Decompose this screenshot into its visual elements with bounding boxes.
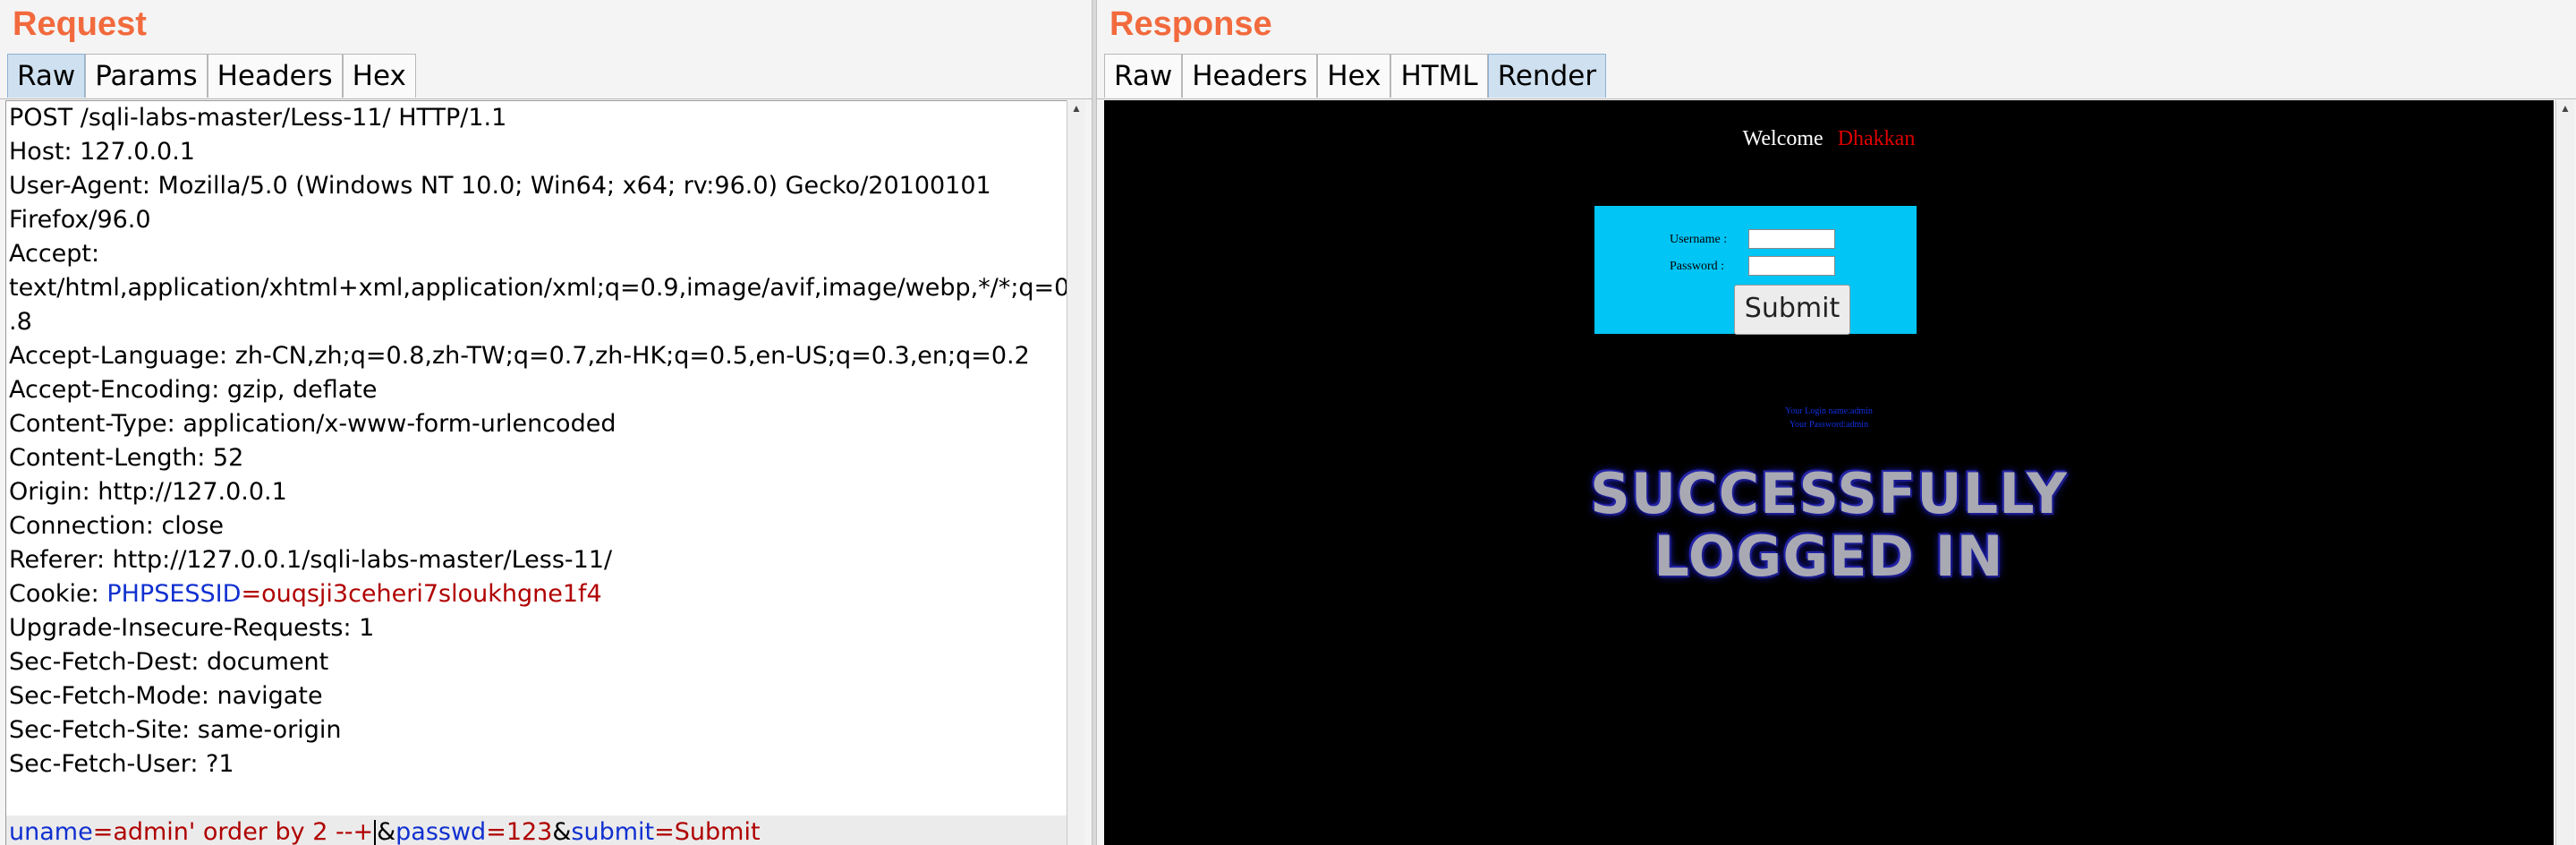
param-eq: = xyxy=(654,818,675,845)
tab-render[interactable]: Render xyxy=(1487,54,1607,98)
submit-button[interactable]: Submit xyxy=(1734,285,1850,335)
cookie-prefix: Cookie: xyxy=(9,580,107,608)
header-user-agent-cont: Firefox/96.0 xyxy=(9,206,151,234)
header-accept-value-cont: .8 xyxy=(9,308,32,336)
render-view: Welcome Dhakkan Username : Password : Sub… xyxy=(1104,100,2554,845)
tab-underline xyxy=(1097,98,2576,99)
tab-html[interactable]: HTML xyxy=(1390,54,1488,98)
success-line-1: SUCCESSFULLY xyxy=(1590,461,2068,526)
login-name-line: Your Login name:admin xyxy=(1785,406,1873,416)
param-submit-name: submit xyxy=(571,818,655,845)
tab-underline xyxy=(0,98,1092,99)
tab-headers[interactable]: Headers xyxy=(207,54,343,98)
response-pane: Response Raw Headers Hex HTML Render Wel… xyxy=(1097,0,2576,845)
response-scrollbar[interactable]: ▲ xyxy=(2555,100,2574,845)
response-tabs: Raw Headers Hex HTML Render xyxy=(1104,54,1607,98)
header-sec-fetch-mode: Sec-Fetch-Mode: navigate xyxy=(9,682,323,710)
header-accept: Accept: xyxy=(9,240,100,268)
password-label: Password : xyxy=(1670,260,1725,273)
welcome-text: Welcome Dhakkan xyxy=(1104,127,2554,151)
request-tabs: Raw Params Headers Hex xyxy=(7,54,416,98)
request-scrollbar[interactable]: ▲ xyxy=(1067,100,1085,845)
tab-params[interactable]: Params xyxy=(85,54,208,98)
header-content-type: Content-Type: application/x-www-form-url… xyxy=(9,410,616,438)
text-caret xyxy=(374,819,377,845)
header-sec-fetch-user: Sec-Fetch-User: ?1 xyxy=(9,750,234,778)
welcome-label: Welcome xyxy=(1742,127,1824,150)
request-editor[interactable]: POST /sqli-labs-master/Less-11/ HTTP/1.1… xyxy=(5,100,1067,845)
request-title: Request xyxy=(13,5,147,43)
success-line-2: LOGGED IN xyxy=(1654,524,2004,589)
login-info: Your Login name:admin Your Password:admi… xyxy=(1104,405,2554,431)
header-sec-fetch-site: Sec-Fetch-Site: same-origin xyxy=(9,716,342,744)
header-connection: Connection: close xyxy=(9,512,224,540)
param-eq: = xyxy=(486,818,506,845)
request-pane: Request Raw Params Headers Hex POST /sql… xyxy=(0,0,1092,845)
password-row: Password : xyxy=(1670,256,1835,276)
header-cookie: Cookie: PHPSESSID=ouqsji3ceheri7sloukhgn… xyxy=(6,577,1067,611)
header-referer: Referer: http://127.0.0.1/sqli-labs-mast… xyxy=(9,546,613,574)
header-accept-value: text/html,application/xhtml+xml,applicat… xyxy=(9,274,1067,302)
cookie-value: ouqsji3ceheri7sloukhgne1f4 xyxy=(261,580,602,608)
header-accept-language: Accept-Language: zh-CN,zh;q=0.8,zh-TW;q=… xyxy=(9,342,1030,370)
param-amp: & xyxy=(377,818,396,845)
param-passwd-name: passwd xyxy=(395,818,487,845)
header-content-length: Content-Length: 52 xyxy=(9,444,244,472)
username-row: Username : xyxy=(1670,229,1835,249)
tab-raw[interactable]: Raw xyxy=(1104,54,1183,98)
welcome-name: Dhakkan xyxy=(1837,127,1916,150)
param-eq: = xyxy=(92,818,114,845)
login-form: Username : Password : Submit xyxy=(1594,206,1917,335)
request-body: uname=admin' order by 2 --+ &passwd=123&s… xyxy=(6,815,1067,845)
header-upgrade-insecure: Upgrade-Insecure-Requests: 1 xyxy=(9,614,375,642)
tab-raw[interactable]: Raw xyxy=(7,54,86,98)
header-accept-encoding: Accept-Encoding: gzip, deflate xyxy=(9,376,378,404)
username-label: Username : xyxy=(1670,233,1728,246)
scroll-up-icon[interactable]: ▲ xyxy=(1067,100,1085,116)
tab-headers[interactable]: Headers xyxy=(1182,54,1318,98)
username-input[interactable] xyxy=(1748,229,1835,249)
header-host: Host: 127.0.0.1 xyxy=(9,138,195,166)
password-line: Your Password:admin xyxy=(1789,420,1869,430)
header-user-agent: User-Agent: Mozilla/5.0 (Windows NT 10.0… xyxy=(9,172,991,200)
request-line: POST /sqli-labs-master/Less-11/ HTTP/1.1 xyxy=(9,104,507,132)
password-input[interactable] xyxy=(1748,256,1835,276)
response-title: Response xyxy=(1109,5,1272,43)
cookie-name: PHPSESSID xyxy=(106,580,242,608)
param-uname-name: uname xyxy=(9,818,93,845)
scroll-up-icon[interactable]: ▲ xyxy=(2556,100,2574,116)
tab-hex[interactable]: Hex xyxy=(1317,54,1391,98)
param-submit-value: Submit xyxy=(674,818,761,845)
header-origin: Origin: http://127.0.0.1 xyxy=(9,478,287,506)
param-amp: & xyxy=(552,818,572,845)
param-passwd-value: 123 xyxy=(506,818,553,845)
header-sec-fetch-dest: Sec-Fetch-Dest: document xyxy=(9,648,329,676)
tab-hex[interactable]: Hex xyxy=(342,54,416,98)
param-uname-value: admin' order by 2 --+ xyxy=(113,818,374,845)
cookie-eq: = xyxy=(241,580,262,608)
success-banner: SUCCESSFULLY LOGGED IN xyxy=(1104,463,2554,588)
